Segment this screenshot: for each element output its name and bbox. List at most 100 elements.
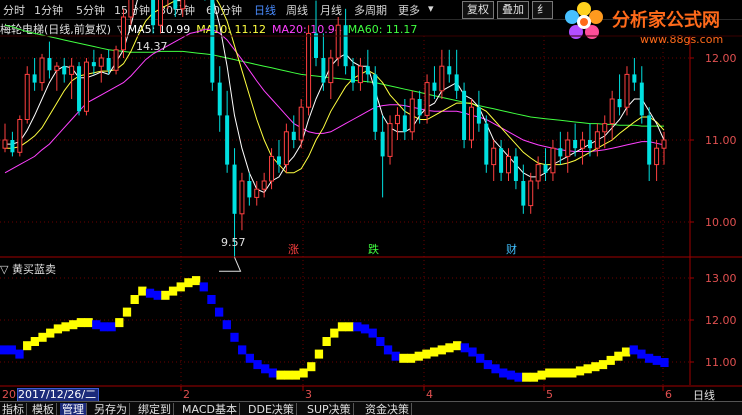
indicator-block xyxy=(115,318,124,328)
candle-body xyxy=(506,155,512,174)
candle xyxy=(77,62,82,116)
candle-body xyxy=(128,0,134,18)
indicator-block xyxy=(429,347,439,357)
tab-save-as[interactable]: 另存为 xyxy=(92,403,130,415)
cursor-date: 2017/12/26/二 xyxy=(17,388,99,402)
indicator-block xyxy=(460,343,469,353)
candle xyxy=(639,66,644,124)
candle xyxy=(535,156,541,190)
candle-body xyxy=(210,0,215,83)
indicator-block xyxy=(606,355,615,365)
indicator-block xyxy=(652,355,661,365)
candle-body xyxy=(106,58,111,71)
candle xyxy=(328,49,334,99)
indicator-block xyxy=(245,353,254,363)
candle-body xyxy=(98,57,104,67)
candle xyxy=(113,45,119,75)
indicator-block xyxy=(537,370,546,380)
candle-body xyxy=(402,115,407,132)
indicator-block xyxy=(253,360,262,370)
candle-body xyxy=(151,0,156,26)
indicator-block xyxy=(299,368,308,378)
indicator-block xyxy=(291,370,301,380)
indicator-block xyxy=(314,349,324,359)
tab-fund[interactable]: 资金决策 xyxy=(363,403,412,415)
candle xyxy=(528,172,534,214)
candle xyxy=(439,49,445,99)
candle xyxy=(357,58,363,91)
candle-body xyxy=(113,49,119,71)
indicator-block xyxy=(46,328,55,338)
tab-sup[interactable]: SUP决策 xyxy=(305,403,354,415)
candle xyxy=(254,181,260,206)
marker-rise[interactable]: 涨 xyxy=(288,241,299,257)
indicator-block xyxy=(468,347,477,357)
candle-body xyxy=(225,115,230,165)
indicator-block xyxy=(360,324,370,334)
stock-chart-window: { "toolbar": { "periods": ["分时","1分钟","5… xyxy=(0,0,742,415)
indicator-block xyxy=(107,322,116,332)
indicator-tick-label: 12.00 xyxy=(705,314,737,327)
indicator-block xyxy=(230,332,239,342)
tab-indicator[interactable]: 指标 xyxy=(0,403,27,415)
candle xyxy=(380,115,385,198)
candle-body xyxy=(587,140,592,149)
marker-fall[interactable]: 跌 xyxy=(368,241,379,257)
candlesticks xyxy=(2,0,667,258)
candle-body xyxy=(343,25,348,67)
indicator-block xyxy=(383,345,393,355)
candle-body xyxy=(173,0,178,9)
x-label-4: 4 xyxy=(426,388,433,401)
candle xyxy=(617,74,622,116)
candle-body xyxy=(269,155,275,182)
tab-template[interactable]: 模板 xyxy=(30,403,57,415)
candle-body xyxy=(2,139,8,149)
candle-body xyxy=(535,164,541,182)
indicator-block xyxy=(53,324,63,334)
indicator-block xyxy=(207,295,216,304)
indicator-block xyxy=(575,366,585,376)
tab-dde[interactable]: DDE决策 xyxy=(246,403,297,415)
indicator-title[interactable]: ▽ 黄买蓝卖 xyxy=(0,261,56,277)
candle-body xyxy=(491,147,497,166)
candle xyxy=(632,58,637,91)
candle xyxy=(321,33,326,91)
candle xyxy=(373,66,378,140)
candle-body xyxy=(180,0,186,10)
indicator-block xyxy=(506,370,516,380)
candle xyxy=(39,53,45,91)
indicator-block xyxy=(284,370,293,380)
x-label-3: 3 xyxy=(305,388,312,401)
candle xyxy=(151,0,156,34)
tab-bind-to[interactable]: 绑定到 xyxy=(136,403,174,415)
candle-body xyxy=(394,114,400,125)
marker-finance[interactable]: 财 xyxy=(506,241,517,257)
indicator-block xyxy=(276,370,285,380)
indicator-block xyxy=(92,320,101,330)
candle xyxy=(387,115,393,165)
indicator-block xyxy=(337,322,347,332)
candle xyxy=(609,90,615,140)
tab-macd[interactable]: MACD基本 xyxy=(180,403,240,415)
candle xyxy=(313,0,318,67)
indicator-block xyxy=(176,282,185,292)
candle-body xyxy=(24,73,30,120)
candle-body xyxy=(83,61,89,112)
indicator-block xyxy=(560,368,569,378)
candle xyxy=(447,49,452,83)
low-pointer xyxy=(219,257,242,272)
indicator-block xyxy=(568,368,577,378)
candle-body xyxy=(157,0,163,26)
tab-manage[interactable]: 管理 xyxy=(60,403,87,415)
indicator-block xyxy=(76,318,86,328)
indicator-block xyxy=(637,349,646,359)
candle xyxy=(654,140,660,181)
candle xyxy=(394,107,400,140)
indicator-block xyxy=(130,295,139,304)
candle xyxy=(47,41,52,79)
candle-body xyxy=(32,74,37,83)
candle xyxy=(409,90,415,140)
candle xyxy=(647,107,652,181)
indicator-block xyxy=(453,341,462,351)
candle-body xyxy=(335,24,341,59)
